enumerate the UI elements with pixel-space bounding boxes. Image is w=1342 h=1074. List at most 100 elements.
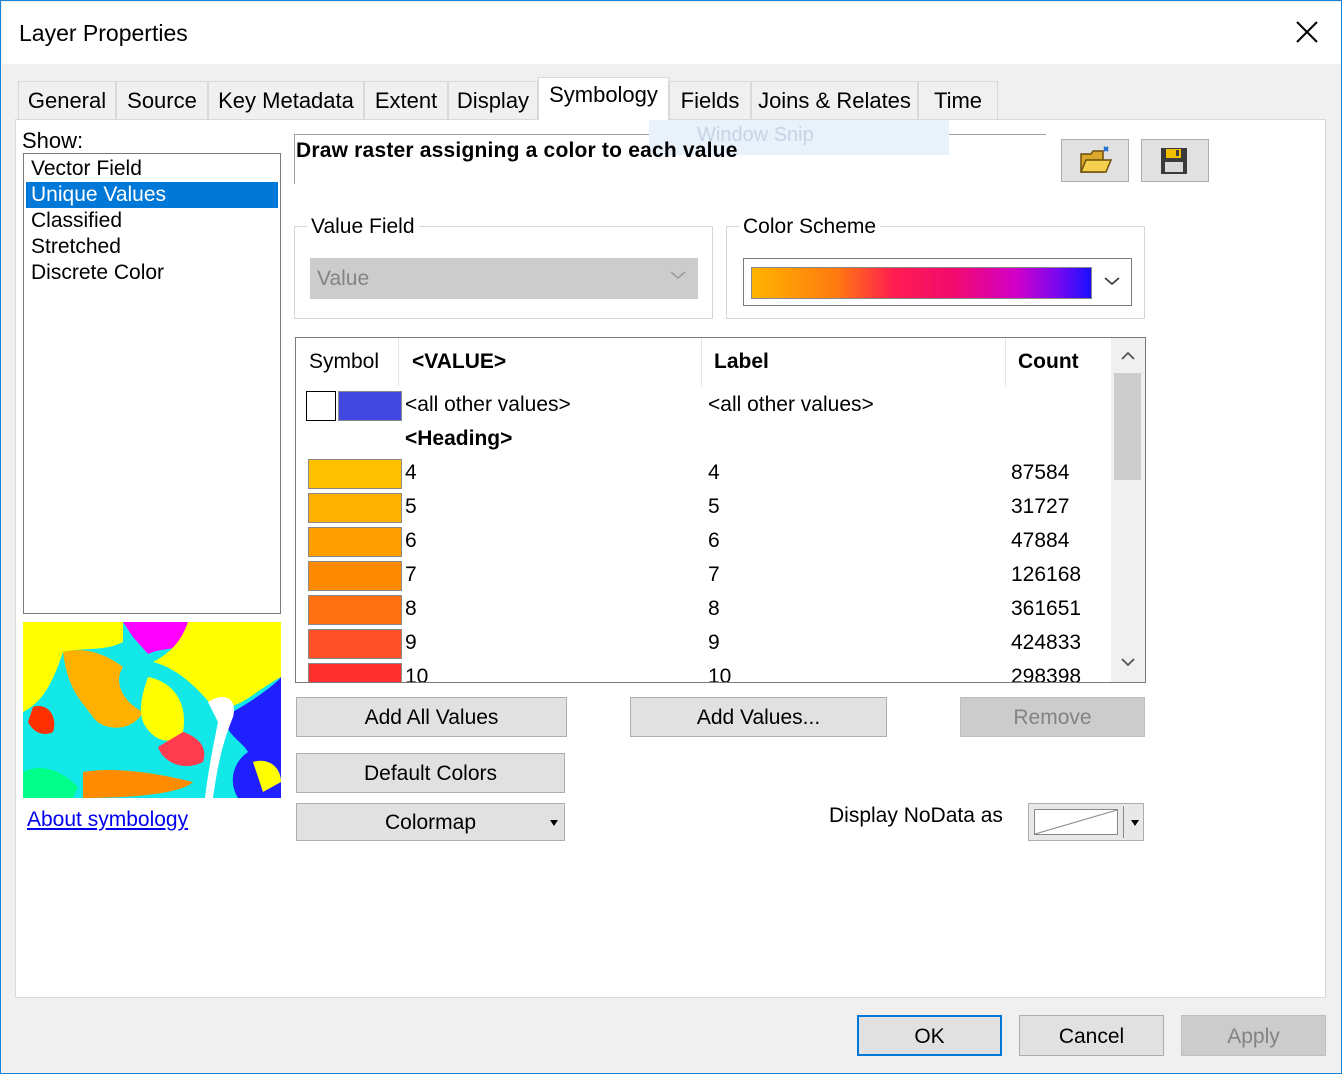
tab-label: Time <box>933 88 983 113</box>
add-all-values-button[interactable]: Add All Values <box>296 697 567 737</box>
show-label: Show: <box>22 128 84 153</box>
chevron-down-icon[interactable] <box>1120 656 1136 668</box>
tab-extent[interactable]: Extent <box>364 81 448 119</box>
row-value: <all other values> <box>405 393 571 416</box>
table-row[interactable]: 7 7 126168 <box>296 559 1108 593</box>
column-header-symbol[interactable]: Symbol <box>309 350 379 374</box>
remove-button[interactable]: Remove <box>960 697 1145 737</box>
tab-fields[interactable]: Fields <box>669 81 751 119</box>
symbol-swatch[interactable] <box>308 561 402 591</box>
column-separator <box>398 338 399 386</box>
row-label: 4 <box>708 461 720 484</box>
no-color-swatch <box>1034 809 1118 835</box>
open-layer-file-button[interactable] <box>1061 139 1129 182</box>
table-row[interactable]: 4 4 87584 <box>296 457 1108 491</box>
row-value: 8 <box>405 597 417 620</box>
ok-button[interactable]: OK <box>857 1015 1002 1056</box>
renderer-type-list[interactable]: Vector Field Unique Values Classified St… <box>23 153 281 614</box>
symbol-swatch[interactable] <box>308 527 402 557</box>
save-layer-file-button[interactable] <box>1141 139 1209 182</box>
column-header-value[interactable]: <VALUE> <box>412 350 506 374</box>
color-scheme-combo[interactable] <box>743 258 1132 306</box>
list-item-vector-field[interactable]: Vector Field <box>26 156 278 182</box>
title-bar: Layer Properties <box>2 2 1341 64</box>
symbol-swatch[interactable] <box>338 391 402 421</box>
display-nodata-label: Display NoData as <box>829 804 1003 827</box>
table-row[interactable]: 8 8 361651 <box>296 593 1108 627</box>
caret-down-icon <box>1131 820 1139 826</box>
folder-open-icon <box>1079 146 1113 173</box>
tab-symbology[interactable]: Symbology <box>538 77 669 120</box>
value-field-combo[interactable]: Value <box>310 258 698 299</box>
row-heading: <Heading> <box>405 427 513 450</box>
list-item-classified[interactable]: Classified <box>26 208 278 234</box>
tab-source[interactable]: Source <box>116 81 208 119</box>
table-row[interactable]: 5 5 31727 <box>296 491 1108 525</box>
color-scheme-label: Color Scheme <box>739 215 881 239</box>
chevron-down-icon <box>1104 277 1120 286</box>
row-count: 361651 <box>1011 597 1082 620</box>
row-count: 87584 <box>1011 461 1070 484</box>
tab-key-metadata[interactable]: Key Metadata <box>208 81 364 119</box>
close-button[interactable] <box>1275 2 1341 64</box>
row-count: 31727 <box>1011 495 1070 518</box>
list-item-stretched[interactable]: Stretched <box>26 234 278 260</box>
table-row[interactable]: 6 6 47884 <box>296 525 1108 559</box>
other-values-checkbox[interactable] <box>306 391 336 421</box>
chevron-down-icon <box>670 271 686 280</box>
tab-label: General <box>27 88 107 113</box>
column-header-label[interactable]: Label <box>714 350 769 374</box>
symbol-swatch[interactable] <box>308 595 402 625</box>
row-count: 47884 <box>1011 529 1070 552</box>
apply-button[interactable]: Apply <box>1181 1015 1326 1056</box>
unique-values-table[interactable]: Symbol <VALUE> Label Count <all other va… <box>295 337 1146 683</box>
row-label: 7 <box>708 563 720 586</box>
cancel-button[interactable]: Cancel <box>1019 1015 1164 1056</box>
colormap-button[interactable]: Colormap <box>296 803 565 841</box>
symbol-swatch[interactable] <box>308 493 402 523</box>
dialog-title: Layer Properties <box>19 20 188 46</box>
row-value: 6 <box>405 529 417 552</box>
list-item-unique-values[interactable]: Unique Values <box>26 182 278 208</box>
add-values-button[interactable]: Add Values... <box>630 697 887 737</box>
row-label: 6 <box>708 529 720 552</box>
symbology-panel: Show: Vector Field Unique Values Classif… <box>15 119 1326 998</box>
close-icon <box>1296 21 1318 43</box>
row-value: 9 <box>405 631 417 654</box>
row-label: 10 <box>708 665 732 683</box>
picker-divider <box>1123 806 1124 838</box>
tab-general[interactable]: General <box>18 81 116 119</box>
row-count: 424833 <box>1011 631 1082 654</box>
table-row[interactable]: 10 10 298398 <box>296 661 1108 683</box>
row-label: <all other values> <box>708 393 874 416</box>
table-row-heading[interactable]: <Heading> <box>296 423 1108 457</box>
tab-joins-relates[interactable]: Joins & Relates <box>751 81 918 119</box>
tab-label: Source <box>127 88 197 113</box>
tab-time[interactable]: Time <box>918 81 998 119</box>
table-scrollbar[interactable] <box>1111 338 1145 682</box>
scrollbar-thumb[interactable] <box>1114 373 1141 480</box>
table-row[interactable]: 9 9 424833 <box>296 627 1108 661</box>
row-value: 5 <box>405 495 417 518</box>
about-symbology-link[interactable]: About symbology <box>27 808 188 832</box>
symbol-swatch[interactable] <box>308 459 402 489</box>
row-label: 8 <box>708 597 720 620</box>
color-ramp-swatch <box>751 267 1092 299</box>
symbology-preview-image <box>23 622 281 798</box>
table-row-other-values[interactable]: <all other values> <all other values> <box>296 389 1108 423</box>
default-colors-button[interactable]: Default Colors <box>296 753 565 793</box>
row-value: 10 <box>405 665 429 683</box>
tab-label: Joins & Relates <box>758 88 911 113</box>
symbol-swatch[interactable] <box>308 663 402 682</box>
row-value: 7 <box>405 563 417 586</box>
colormap-label: Colormap <box>384 811 477 834</box>
row-count: 126168 <box>1011 563 1082 586</box>
tab-label: Display <box>456 88 530 113</box>
chevron-up-icon[interactable] <box>1120 350 1136 362</box>
symbol-swatch[interactable] <box>308 629 402 659</box>
column-separator <box>1005 338 1006 386</box>
list-item-discrete-color[interactable]: Discrete Color <box>26 260 278 286</box>
column-header-count[interactable]: Count <box>1018 350 1079 374</box>
nodata-color-picker[interactable] <box>1028 803 1144 841</box>
tab-display[interactable]: Display <box>448 81 538 119</box>
